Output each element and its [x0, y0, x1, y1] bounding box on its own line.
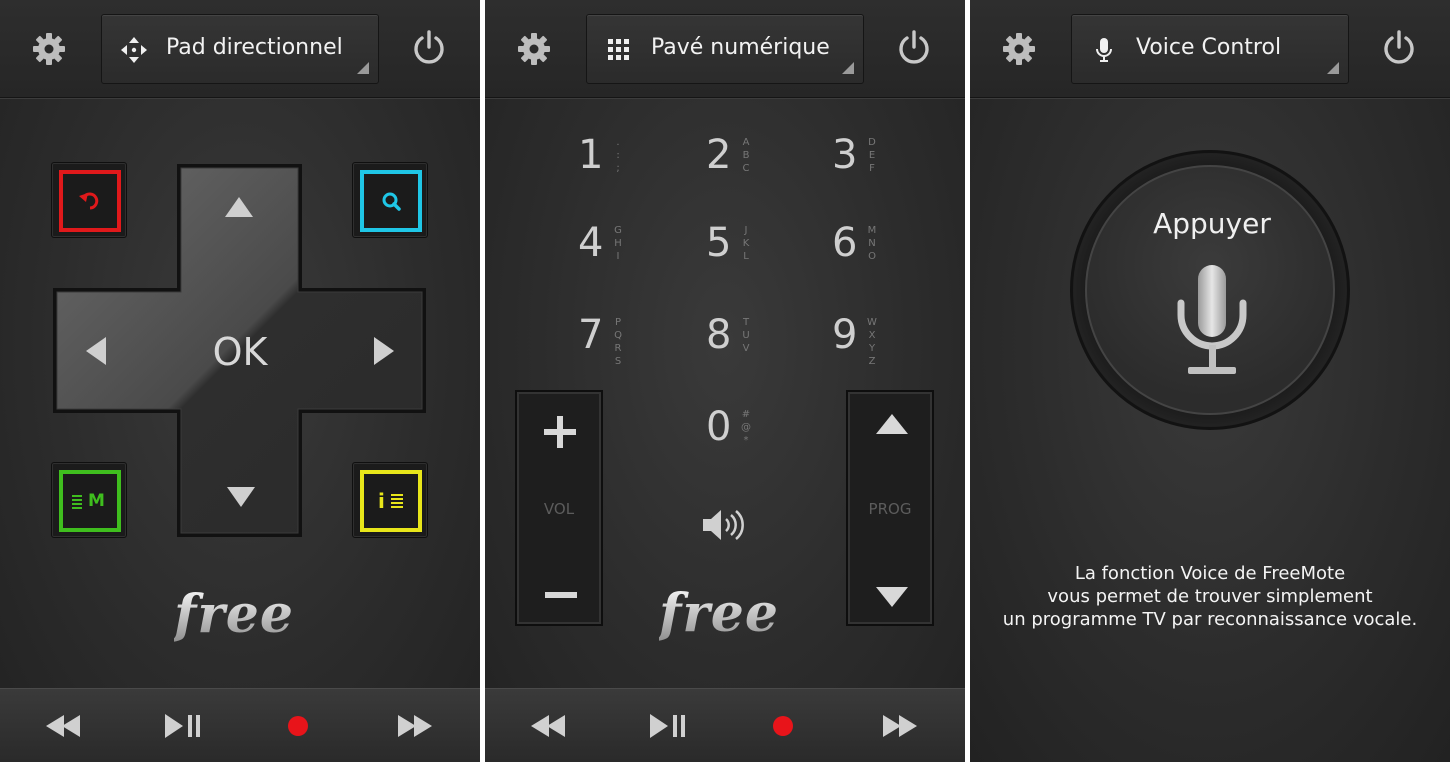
key-digit: 5: [706, 220, 732, 266]
arrow-down-icon: [876, 587, 908, 607]
ok-label: OK: [212, 330, 268, 374]
power-icon[interactable]: [1380, 29, 1418, 67]
microphone-icon: [1177, 265, 1247, 374]
key-0[interactable]: 0 # @ *: [706, 404, 816, 484]
volume-up-button[interactable]: [519, 396, 599, 466]
key-letters: PQRS: [614, 317, 622, 367]
key-letters: ABC: [742, 137, 750, 174]
key-7[interactable]: 7 PQRS: [578, 312, 688, 392]
top-bar: Pavé numérique: [485, 0, 965, 98]
dropdown-corner-indicator: [1327, 62, 1339, 74]
key-letters: DEF: [868, 137, 876, 174]
voice-description-line: vous permet de trouver simplement: [1047, 586, 1373, 607]
key-5[interactable]: 5 JKL: [706, 220, 816, 300]
voice-control-panel: Voice Control Appuyer La fonction Voice …: [970, 0, 1450, 762]
back-arrow-icon: [79, 192, 99, 210]
rewind-icon[interactable]: [44, 708, 84, 744]
voice-record-button[interactable]: Appuyer: [1070, 150, 1350, 430]
key-6[interactable]: 6 MNO: [832, 220, 942, 300]
voice-button-face: Appuyer: [1085, 165, 1335, 415]
key-digit: 6: [832, 220, 858, 266]
mode-selector-dropdown[interactable]: Voice Control: [1071, 14, 1349, 84]
voice-button-label: Appuyer: [1153, 207, 1271, 240]
microphone-icon: [1096, 38, 1112, 62]
program-label: PROG: [868, 500, 912, 518]
key-2[interactable]: 2 ABC: [706, 132, 816, 212]
rewind-icon[interactable]: [529, 708, 569, 744]
free-logo: free: [659, 583, 779, 644]
keypad-remote-panel: Pavé numérique 1 .:; 2 ABC 3 DEF 4 GHI 5: [485, 0, 965, 762]
key-9[interactable]: 9 WXYZ: [832, 312, 942, 392]
key-letters: JKL: [742, 225, 750, 262]
key-8[interactable]: 8 TUV: [706, 312, 816, 392]
key-digit: 3: [832, 132, 858, 178]
key-digit: 2: [706, 132, 732, 178]
speaker-icon[interactable]: [699, 505, 747, 545]
mode-label: Pavé numérique: [651, 35, 830, 60]
dropdown-corner-indicator: [842, 62, 854, 74]
settings-gear-icon[interactable]: [515, 30, 553, 68]
fast-forward-icon[interactable]: [394, 708, 434, 744]
mode-label: Voice Control: [1136, 35, 1282, 60]
volume-down-button[interactable]: [519, 552, 599, 622]
dpad-remote-panel: Pad directionnel OK M i free: [0, 0, 480, 762]
key-letters: .:;: [616, 137, 620, 174]
record-icon[interactable]: [763, 708, 803, 744]
info-button[interactable]: i: [352, 462, 428, 538]
key-3[interactable]: 3 DEF: [832, 132, 942, 212]
key-letters: GHI: [614, 225, 622, 262]
search-button[interactable]: [352, 162, 428, 238]
key-letters: TUV: [742, 317, 750, 354]
keypad-grid-icon: [608, 39, 629, 60]
settings-gear-icon[interactable]: [1000, 30, 1038, 68]
program-rocker: PROG: [846, 390, 934, 626]
free-logo: free: [174, 584, 294, 645]
plus-icon: [544, 416, 576, 448]
info-list-icon: [391, 494, 403, 508]
key-4[interactable]: 4 GHI: [578, 220, 688, 300]
record-icon[interactable]: [278, 708, 318, 744]
key-letters: # @ *: [741, 409, 751, 446]
key-digit: 7: [578, 312, 604, 358]
play-pause-icon[interactable]: [163, 708, 203, 744]
fast-forward-icon[interactable]: [879, 708, 919, 744]
play-pause-icon[interactable]: [648, 708, 688, 744]
search-icon: [382, 192, 401, 211]
dpad-ok-button[interactable]: OK: [190, 330, 290, 374]
key-1[interactable]: 1 .:;: [578, 132, 688, 212]
key-digit: 4: [578, 220, 604, 266]
voice-description-line: un programme TV par reconnaissance vocal…: [1002, 609, 1418, 630]
voice-description-line: La fonction Voice de FreeMote: [1074, 563, 1346, 584]
key-digit: 1: [578, 132, 604, 178]
key-letters: MNO: [867, 225, 877, 262]
program-down-button[interactable]: [850, 552, 930, 622]
key-letters: WXYZ: [867, 317, 877, 367]
key-digit: 0: [706, 404, 732, 450]
volume-label: VOL: [543, 500, 575, 518]
mode-selector-dropdown[interactable]: Pavé numérique: [586, 14, 864, 84]
transport-bar: [0, 688, 480, 762]
key-digit: 8: [706, 312, 732, 358]
volume-rocker: VOL: [515, 390, 603, 626]
menu-button[interactable]: M: [51, 462, 127, 538]
menu-button-label: M: [88, 491, 105, 511]
arrow-up-icon: [876, 414, 908, 434]
power-icon[interactable]: [895, 29, 933, 67]
back-button[interactable]: [51, 162, 127, 238]
transport-bar: [485, 688, 965, 762]
program-up-button[interactable]: [850, 396, 930, 466]
minus-icon: [545, 592, 577, 598]
key-digit: 9: [832, 312, 858, 358]
top-bar: Voice Control: [970, 0, 1450, 98]
voice-description: La fonction Voice de FreeMote vous perme…: [970, 562, 1450, 631]
